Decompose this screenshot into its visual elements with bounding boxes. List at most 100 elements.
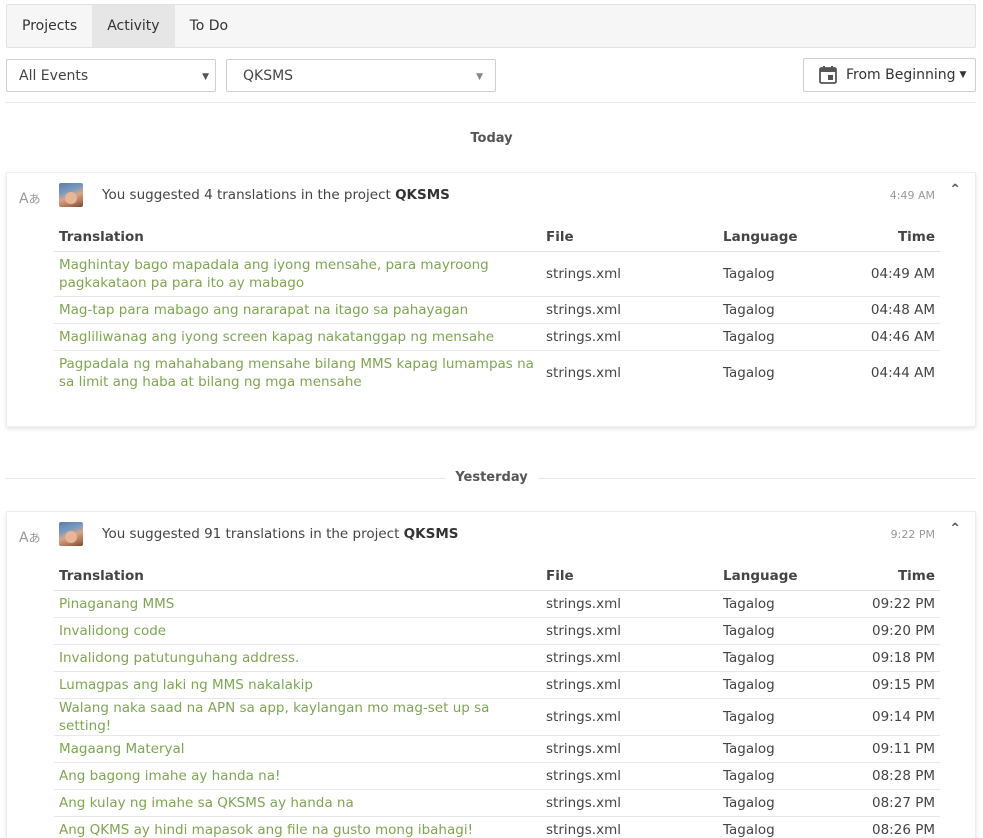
translations-table: Translation File Language Time Maghintay… [54,224,940,395]
time-cell: 09:22 PM [850,590,940,618]
column-header-language: Language [718,224,850,252]
time-cell: 04:44 AM [870,364,935,381]
activity-time: 9:22 PM [890,528,935,541]
tab-todo[interactable]: To Do [175,5,244,47]
date-range-button[interactable]: From Beginning ▼ [803,58,976,92]
language-cell: Tagalog [718,323,850,351]
file-cell: strings.xml [541,698,718,736]
project-filter-value: QKSMS [243,67,294,84]
file-cell: strings.xml [541,735,718,763]
chevron-up-icon[interactable]: ⌃ [949,182,961,198]
time-cell: 09:20 PM [850,617,940,645]
translation-link[interactable]: Maghintay bago mapadala ang iyong mensah… [54,251,541,297]
translation-link[interactable]: Invalidong patutunguhang address. [54,644,541,672]
column-header-language: Language [718,563,850,591]
language-cell: Tagalog [723,364,775,381]
time-cell: 04:48 AM [850,296,940,324]
language-cell: Tagalog [718,816,850,838]
language-cell: Tagalog [718,698,850,736]
filter-divider [6,102,976,103]
activity-time: 4:49 AM [889,189,935,202]
project-link[interactable]: QKSMS [395,187,450,203]
table-row: Ang kulay ng imahe sa QKSMS ay handa na … [54,789,940,817]
main-tabs: Projects Activity To Do [6,4,976,48]
translation-link[interactable]: Ang kulay ng imahe sa QKSMS ay handa na [54,789,541,817]
translations-table: Translation File Language Time Pinaganan… [54,563,940,838]
events-filter-select[interactable]: All Events ▼ [6,59,216,92]
translation-link[interactable]: Magliliwanag ang iyong screen kapag naka… [54,323,541,351]
file-cell: strings.xml [541,789,718,817]
translation-link[interactable]: Walang naka saad na APN sa app, kaylanga… [54,698,541,736]
caret-down-icon: ▼ [202,72,209,82]
activity-card-yesterday: Aあ You suggested 91 translations in the … [6,511,976,838]
activity-summary: You suggested 91 translations in the pro… [102,526,459,542]
table-row: Ang QKMS ay hindi mapasok ang file na gu… [54,816,940,838]
column-header-file: File [541,224,718,252]
time-cell: 08:27 PM [850,789,940,817]
translation-link[interactable]: Ang QKMS ay hindi mapasok ang file na gu… [54,816,541,838]
file-cell: strings.xml [541,671,718,699]
table-row: Maghintay bago mapadala ang iyong mensah… [54,251,940,297]
table-row: Walang naka saad na APN sa app, kaylanga… [54,698,940,736]
file-cell: strings.xml [541,296,718,324]
avatar[interactable] [59,522,83,546]
activity-card-header: Aあ You suggested 4 translations in the p… [7,173,975,223]
translation-link[interactable]: Magaang Materyal [54,735,541,763]
translation-link[interactable]: Ang bagong imahe ay handa na! [54,762,541,790]
table-row: Lumagpas ang laki ng MMS nakalakip strin… [54,671,940,699]
table-row: Invalidong code strings.xml Tagalog 09:2… [54,617,940,645]
time-cell: 09:14 PM [850,698,940,736]
time-cell: 09:15 PM [850,671,940,699]
avatar[interactable] [59,183,83,207]
file-cell: strings.xml [541,590,718,618]
activity-card-today: Aあ You suggested 4 translations in the p… [6,172,976,427]
translate-icon: Aあ [19,191,41,207]
language-cell: Tagalog [718,762,850,790]
table-row: Pinaganang MMS strings.xml Tagalog 09:22… [54,590,940,618]
column-header-translation: Translation [54,224,541,252]
activity-summary: You suggested 4 translations in the proj… [102,187,450,203]
language-cell: Tagalog [718,296,850,324]
table-row: Invalidong patutunguhang address. string… [54,644,940,672]
translation-link[interactable]: Pinaganang MMS [54,590,541,618]
language-cell: Tagalog [718,789,850,817]
date-range-label: From Beginning [846,67,956,83]
language-cell: Tagalog [718,671,850,699]
events-filter-value: All Events [19,67,89,84]
activity-card-header: Aあ You suggested 91 translations in the … [7,512,975,562]
language-cell: Tagalog [718,617,850,645]
file-cell: strings.xml [541,617,718,645]
caret-down-icon: ▼ [476,72,483,82]
project-filter-select[interactable]: QKSMS ▼ [226,59,496,92]
table-row: Mag-tap para mabago ang nararapat na ita… [54,296,940,324]
translate-icon: Aあ [19,530,41,546]
translation-link[interactable]: Lumagpas ang laki ng MMS nakalakip [54,671,541,699]
language-cell: Tagalog [718,251,850,297]
translation-link[interactable]: Invalidong code [54,617,541,645]
table-row: Pagpadala ng mahahabang mensahe bilang M… [54,350,940,395]
table-row: Magaang Materyal strings.xml Tagalog 09:… [54,735,940,763]
translation-link[interactable]: Pagpadala ng mahahabang mensahe bilang M… [54,350,541,395]
table-row: Magliliwanag ang iyong screen kapag naka… [54,323,940,351]
language-cell: Tagalog [718,644,850,672]
column-header-file: File [541,563,718,591]
table-header-row: Translation File Language Time [54,224,940,252]
table-row: Ang bagong imahe ay handa na! strings.xm… [54,762,940,790]
file-cell: strings.xml [546,364,621,381]
project-link[interactable]: QKSMS [404,526,459,542]
language-cell: Tagalog [718,735,850,763]
tab-projects[interactable]: Projects [7,5,92,47]
time-cell: 04:49 AM [850,251,940,297]
column-header-time: Time [850,224,940,252]
translation-link[interactable]: Mag-tap para mabago ang nararapat na ita… [54,296,541,324]
file-cell: strings.xml [541,816,718,838]
tab-activity[interactable]: Activity [92,5,175,47]
column-header-translation: Translation [54,563,541,591]
time-cell: 04:46 AM [850,323,940,351]
column-header-time: Time [850,563,940,591]
time-cell: 08:28 PM [850,762,940,790]
chevron-up-icon[interactable]: ⌃ [949,521,961,537]
time-cell: 09:11 PM [850,735,940,763]
language-cell: Tagalog [718,590,850,618]
caret-down-icon: ▼ [959,70,967,80]
